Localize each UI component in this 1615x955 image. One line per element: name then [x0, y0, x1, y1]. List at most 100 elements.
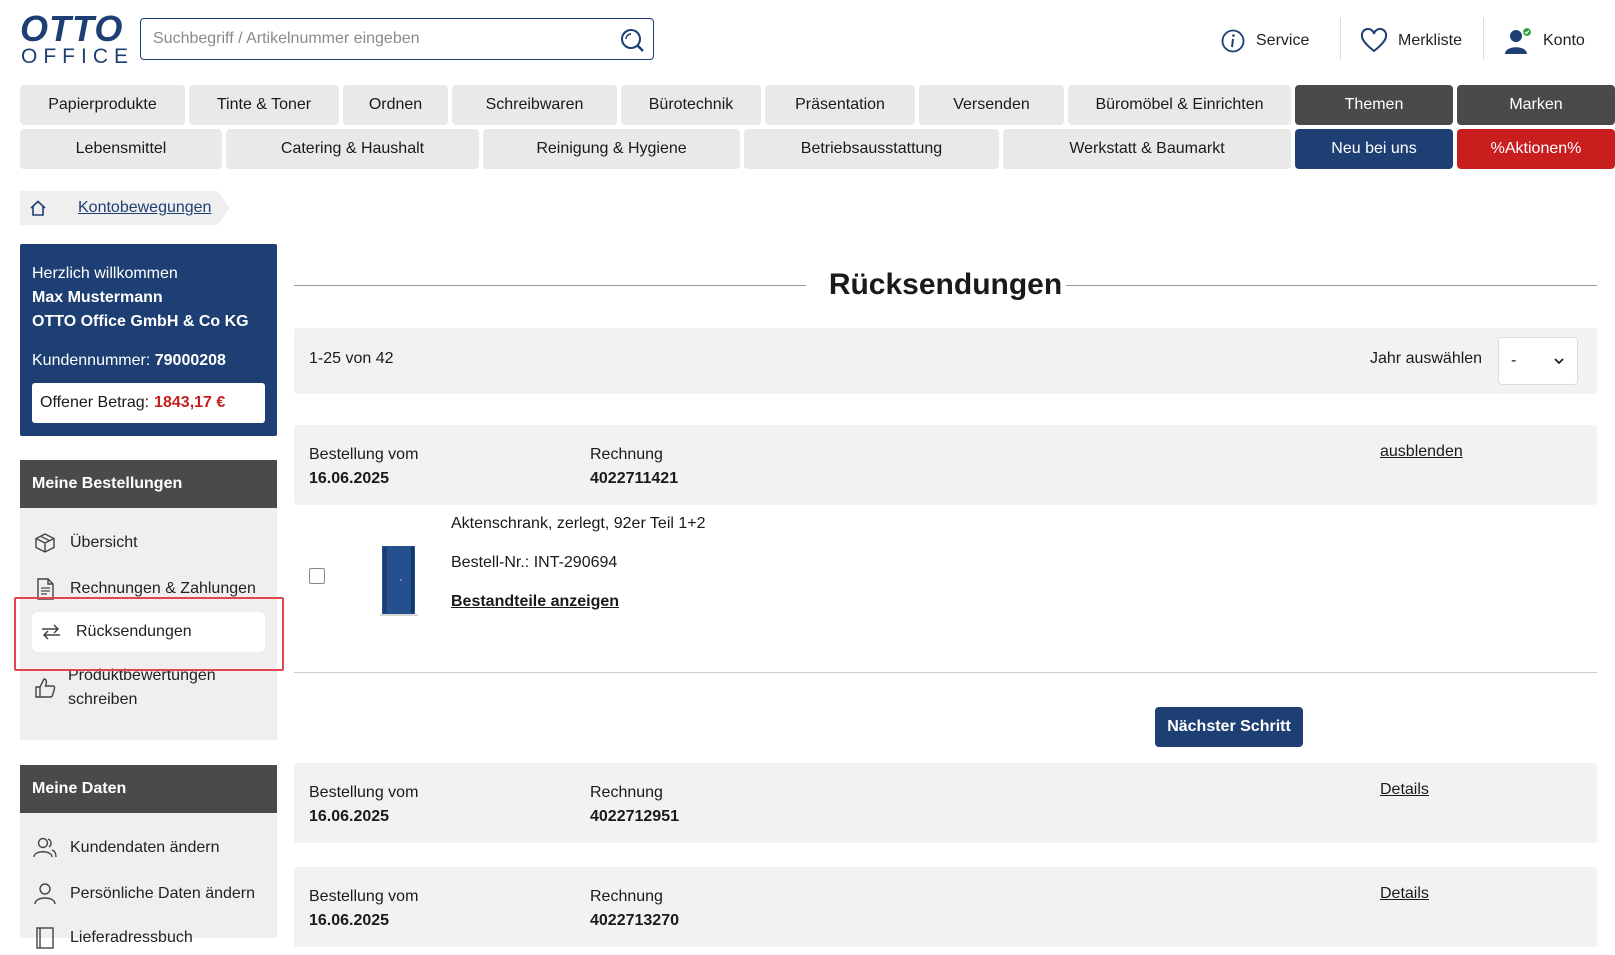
- nav-bueromoebel[interactable]: Büromöbel & Einrichten: [1068, 85, 1291, 125]
- chevron-down-icon: [1554, 358, 1564, 365]
- account-link[interactable]: Konto: [1503, 26, 1585, 56]
- person-icon: [34, 883, 56, 905]
- order-invoice: Rechnung 4022711421: [590, 443, 678, 491]
- order-header: Bestellung vom 16.06.2025 Rechnung 40227…: [294, 763, 1597, 843]
- header-divider: [1340, 18, 1341, 60]
- year-label: Jahr auswählen: [1370, 350, 1483, 367]
- data-menu: Meine Daten Kundendaten ändern Persönlic…: [20, 765, 277, 949]
- data-menu-title: Meine Daten: [20, 765, 277, 813]
- invoice-label: Rechnung: [590, 888, 663, 905]
- title-rule-right: [1066, 285, 1597, 286]
- filter-bar: 1-25 von 42 Jahr auswählen -: [294, 328, 1597, 394]
- service-label: Service: [1256, 32, 1310, 49]
- customer-number: 79000208: [154, 352, 226, 369]
- breadcrumb-home[interactable]: [20, 191, 56, 225]
- header-divider: [1483, 18, 1484, 60]
- divider: [294, 672, 1597, 673]
- menu-item-personal-data[interactable]: Persönliche Daten ändern: [32, 877, 265, 911]
- open-amount-label: Offener Betrag:: [40, 394, 150, 411]
- header: OTTO OFFICE Service Merkliste Konto: [0, 0, 1615, 80]
- product-row: Aktenschrank, zerlegt, 92er Teil 1+2 Bes…: [294, 508, 1597, 678]
- invoice-label: Rechnung: [590, 784, 663, 801]
- order-date-label: Bestellung vom: [309, 888, 419, 905]
- order-date-value: 16.06.2025: [309, 470, 390, 487]
- search-box: [140, 18, 654, 60]
- nav-buerotechnik[interactable]: Bürotechnik: [621, 85, 761, 125]
- nav-ordnen[interactable]: Ordnen: [343, 85, 448, 125]
- menu-item-address-book[interactable]: Lieferadressbuch: [32, 921, 265, 955]
- details-link[interactable]: Details: [1380, 781, 1429, 799]
- account-label: Konto: [1543, 32, 1585, 49]
- nav-papierprodukte[interactable]: Papierprodukte: [20, 85, 185, 125]
- show-parts-link[interactable]: Bestandteile anzeigen: [451, 593, 619, 611]
- user-icon: [1505, 27, 1533, 54]
- nav-lebensmittel[interactable]: Lebensmittel: [20, 129, 222, 169]
- info-icon: [1221, 29, 1245, 53]
- product-name[interactable]: Aktenschrank, zerlegt, 92er Teil 1+2: [451, 515, 706, 533]
- otto-office-logo[interactable]: OTTO OFFICE: [20, 8, 134, 68]
- nav-schreibwaren[interactable]: Schreibwaren: [452, 85, 617, 125]
- thumbs-up-icon: [35, 678, 56, 698]
- search-input[interactable]: [153, 27, 593, 51]
- breadcrumb: Kontobewegungen: [20, 191, 229, 225]
- hide-link[interactable]: ausblenden: [1380, 443, 1463, 461]
- search-icon[interactable]: [619, 27, 645, 53]
- nav-praesentation[interactable]: Präsentation: [765, 85, 915, 125]
- order-header: Bestellung vom 16.06.2025 Rechnung 40227…: [294, 867, 1597, 947]
- heart-icon: [1360, 28, 1388, 53]
- order-date-label: Bestellung vom: [309, 784, 419, 801]
- year-select-value: -: [1511, 352, 1517, 369]
- result-count: 1-25 von 42: [309, 350, 394, 367]
- order-date: Bestellung vom 16.06.2025: [309, 885, 418, 933]
- nav-catering-haushalt[interactable]: Catering & Haushalt: [226, 129, 479, 169]
- page-title-bar: Rücksendungen: [294, 258, 1597, 308]
- nav-versenden[interactable]: Versenden: [919, 85, 1064, 125]
- open-amount-box: Offener Betrag: 1843,17 €: [32, 383, 265, 423]
- product-checkbox[interactable]: [309, 568, 325, 584]
- open-amount: 1843,17 €: [154, 394, 226, 411]
- nav-themen[interactable]: Themen: [1295, 85, 1453, 125]
- nav-aktionen[interactable]: %Aktionen%: [1457, 129, 1615, 169]
- menu-item-customer-data[interactable]: Kundendaten ändern: [32, 831, 265, 865]
- welcome-greeting: Herzlich willkommen: [32, 265, 178, 282]
- product-article: Bestell-Nr.: INT-290694: [451, 554, 618, 571]
- nav-reinigung-hygiene[interactable]: Reinigung & Hygiene: [483, 129, 740, 169]
- product-image[interactable]: [380, 544, 418, 616]
- menu-item-overview[interactable]: Übersicht: [32, 526, 265, 560]
- logo-bottom: OFFICE: [21, 45, 134, 68]
- order-date-label: Bestellung vom: [309, 446, 419, 463]
- home-icon: [30, 200, 46, 216]
- returns-highlight: [14, 597, 284, 671]
- category-nav-row-2: Lebensmittel Catering & Haushalt Reinigu…: [20, 129, 1615, 169]
- order-date: Bestellung vom 16.06.2025: [309, 781, 418, 829]
- welcome-box: Herzlich willkommen Max Mustermann OTTO …: [20, 244, 277, 436]
- invoice-number: 4022712951: [590, 808, 679, 825]
- order-date: Bestellung vom 16.06.2025: [309, 443, 418, 491]
- menu-item-label: Produktbewertungen schreiben: [68, 664, 216, 712]
- nav-werkstatt-baumarkt[interactable]: Werkstatt & Baumarkt: [1003, 129, 1291, 169]
- logo-top: OTTO: [20, 8, 124, 49]
- customer-name: Max Mustermann: [32, 289, 163, 306]
- next-step-button[interactable]: Nächster Schritt: [1155, 707, 1303, 747]
- nav-betriebsausstattung[interactable]: Betriebsausstattung: [744, 129, 999, 169]
- orders-menu-title: Meine Bestellungen: [20, 460, 277, 508]
- invoice-number: 4022711421: [590, 470, 679, 487]
- box-icon: [35, 533, 55, 553]
- wishlist-link[interactable]: Merkliste: [1360, 26, 1462, 56]
- menu-item-label: Übersicht: [70, 534, 138, 551]
- order-invoice: Rechnung 4022712951: [590, 781, 679, 829]
- invoice-number: 4022713270: [590, 912, 679, 929]
- customer-number-row: Kundennummer: 79000208: [32, 349, 265, 373]
- breadcrumb-current[interactable]: Kontobewegungen: [56, 191, 229, 225]
- order-header: Bestellung vom 16.06.2025 Rechnung 40227…: [294, 425, 1597, 505]
- order-date-value: 16.06.2025: [309, 912, 390, 929]
- details-link[interactable]: Details: [1380, 885, 1429, 903]
- service-link[interactable]: Service: [1220, 26, 1309, 56]
- wishlist-label: Merkliste: [1398, 32, 1463, 49]
- nav-neu-bei-uns[interactable]: Neu bei uns: [1295, 129, 1453, 169]
- company-name: OTTO Office GmbH & Co KG: [32, 313, 249, 330]
- nav-marken[interactable]: Marken: [1457, 85, 1615, 125]
- nav-tinte-toner[interactable]: Tinte & Toner: [189, 85, 339, 125]
- customer-number-label: Kundennummer:: [32, 352, 151, 369]
- year-select[interactable]: -: [1498, 337, 1578, 385]
